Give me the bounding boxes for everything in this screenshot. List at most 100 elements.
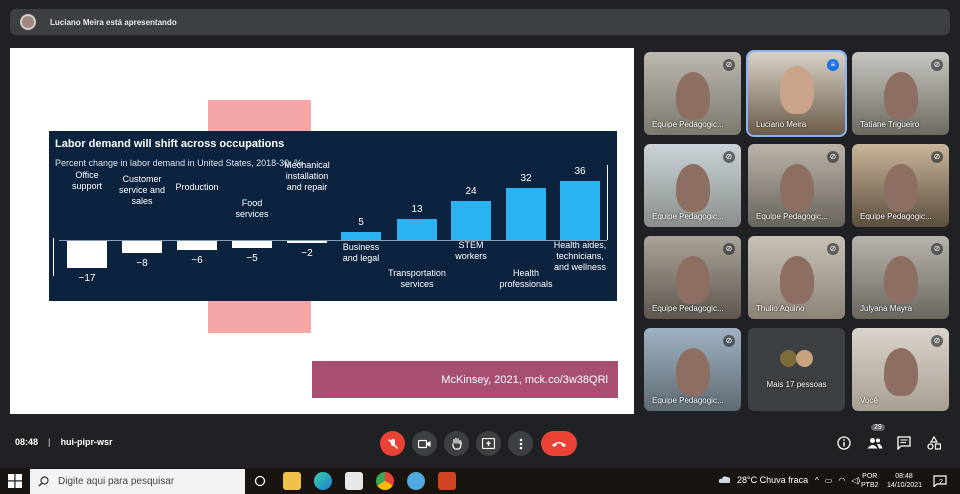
avatar	[796, 350, 813, 367]
chart-category-label-line: and repair	[286, 182, 328, 192]
participant-video	[780, 256, 814, 304]
presenting-banner: Luciano Meira está apresentando	[10, 9, 950, 35]
participant-tile[interactable]: Equipe Pedagogic... ⊘	[748, 144, 845, 227]
participant-video	[780, 164, 814, 212]
mic-muted-icon: ⊘	[827, 151, 839, 163]
chart-category-label: Health aides, technicians, and wellness	[538, 240, 622, 273]
chart-value-label: 5	[358, 216, 364, 228]
chart-bar	[122, 240, 162, 254]
participant-tile[interactable]: Equipe Pedagogic... ⊘	[644, 328, 741, 411]
participant-name: Equipe Pedagogic...	[756, 212, 828, 221]
mic-off-icon	[387, 438, 398, 449]
chart-bar	[397, 218, 437, 240]
mic-muted-icon: ⊘	[931, 151, 943, 163]
chart-category-label-line: Business	[342, 242, 380, 252]
taskbar-clock[interactable]: 08:48 14/10/2021	[887, 472, 922, 490]
notification-center-button[interactable]: 2	[933, 474, 949, 489]
chart-category-label-line: Food	[241, 198, 263, 208]
participant-name: Equipe Pedagogic...	[652, 120, 724, 129]
participant-tile[interactable]: Equipe Pedagogic... ⊘	[644, 236, 741, 319]
system-tray[interactable]: ^ ▭ ◠ ◁)	[815, 476, 860, 485]
chart-category-label-line: Mechanical	[284, 160, 330, 170]
chart-category-label-line: installation	[285, 171, 329, 181]
mic-muted-icon: ⊘	[931, 243, 943, 255]
taskbar-search-box[interactable]: Digite aqui para pesquisar	[30, 469, 245, 494]
participant-tile[interactable]: Tatiane Trigueiro ⊘	[852, 52, 949, 135]
meeting-details-button[interactable]	[833, 432, 855, 454]
participant-tile[interactable]: Você ⊘	[852, 328, 949, 411]
slide-decoration-bottom	[208, 301, 311, 333]
activities-button[interactable]	[923, 432, 945, 454]
file-explorer-icon[interactable]	[283, 472, 301, 490]
participant-video	[676, 72, 710, 120]
participant-tile[interactable]: Luciano Meira ≡	[746, 50, 847, 137]
powerpoint-icon[interactable]	[438, 472, 456, 490]
chat-icon	[897, 436, 911, 450]
chart-bar	[341, 231, 381, 240]
edge-browser-icon[interactable]	[314, 472, 332, 490]
chat-button[interactable]	[893, 432, 915, 454]
raise-hand-button[interactable]	[444, 431, 469, 456]
mic-muted-icon: ⊘	[723, 335, 735, 347]
chart-category-label-line: and wellness	[553, 262, 607, 272]
info-icon	[837, 436, 851, 450]
task-view-button[interactable]	[253, 474, 267, 488]
participant-tile[interactable]: Equipe Pedagogic... ⊘	[644, 52, 741, 135]
participant-tile[interactable]: Equipe Pedagogic... ⊘	[644, 144, 741, 227]
chart-category-label-line: services	[400, 279, 434, 289]
mute-mic-button[interactable]	[380, 431, 405, 456]
chrome-icon[interactable]	[376, 472, 394, 490]
participant-name: Equipe Pedagogic...	[652, 396, 724, 405]
participant-tile[interactable]: Thulio Aquino ⊘	[748, 236, 845, 319]
present-button[interactable]	[476, 431, 501, 456]
participant-tile[interactable]: Julyana Mayra ⊘	[852, 236, 949, 319]
language-indicator[interactable]: POR PTB2	[861, 472, 879, 490]
participant-video	[676, 164, 710, 212]
participant-tile[interactable]: Equipe Pedagogic... ⊘	[852, 144, 949, 227]
chart-title: Labor demand will shift across occupatio…	[55, 138, 285, 150]
participant-name: Thulio Aquino	[756, 304, 805, 313]
more-options-button[interactable]	[508, 431, 533, 456]
chart-bar	[67, 240, 107, 268]
chart-category-label: Food services	[210, 198, 294, 220]
meeting-info: 08:48 | hui-pipr-wsr	[15, 437, 113, 447]
chart-value-label: −17	[78, 272, 96, 284]
start-button[interactable]	[8, 474, 22, 488]
chart-value-label: 13	[411, 203, 423, 215]
people-button[interactable]: 29	[864, 424, 886, 454]
keyboard-layout: PTB2	[861, 482, 879, 489]
store-icon[interactable]	[345, 472, 363, 490]
language-code: POR	[862, 473, 878, 480]
chart-category-label-line: professionals	[499, 279, 553, 289]
camera-icon	[418, 439, 431, 448]
cloud-rain-icon	[718, 476, 731, 483]
chart-category-label: Transportation services	[375, 268, 459, 290]
volume-icon: ◁)	[851, 476, 861, 485]
presentation-slide: Labor demand will shift across occupatio…	[10, 48, 634, 414]
task-view-icon	[254, 475, 266, 487]
participant-video	[884, 164, 918, 212]
participant-video	[676, 348, 710, 396]
search-placeholder: Digite aqui para pesquisar	[58, 476, 175, 487]
chart-category-label-line: sales	[131, 196, 153, 206]
leave-call-button[interactable]	[541, 431, 577, 456]
participant-tile[interactable]: Mais 17 pessoas	[748, 328, 845, 411]
participant-name: Julyana Mayra	[860, 304, 913, 313]
chart-category-label-line: STEM	[458, 240, 484, 250]
clock-time: 08:48	[895, 473, 913, 480]
chart-bar	[506, 187, 546, 240]
weather-text: 28°C Chuva fraca	[737, 475, 809, 485]
attribution-banner: McKinsey, 2021, mck.co/3w38QRl	[312, 361, 618, 398]
negative-arrow-icon	[53, 238, 54, 276]
more-vert-icon	[519, 438, 522, 449]
wifi-icon: ◠	[838, 476, 846, 485]
mic-muted-icon: ⊘	[931, 59, 943, 71]
avatar	[780, 350, 797, 367]
chart-category-label: Production	[155, 182, 239, 193]
app-icon[interactable]	[407, 472, 425, 490]
mic-muted-icon: ⊘	[723, 243, 735, 255]
people-icon	[867, 438, 883, 449]
weather-widget[interactable]: 28°C Chuva fraca	[718, 475, 808, 485]
camera-button[interactable]	[412, 431, 437, 456]
shapes-icon	[927, 436, 941, 450]
